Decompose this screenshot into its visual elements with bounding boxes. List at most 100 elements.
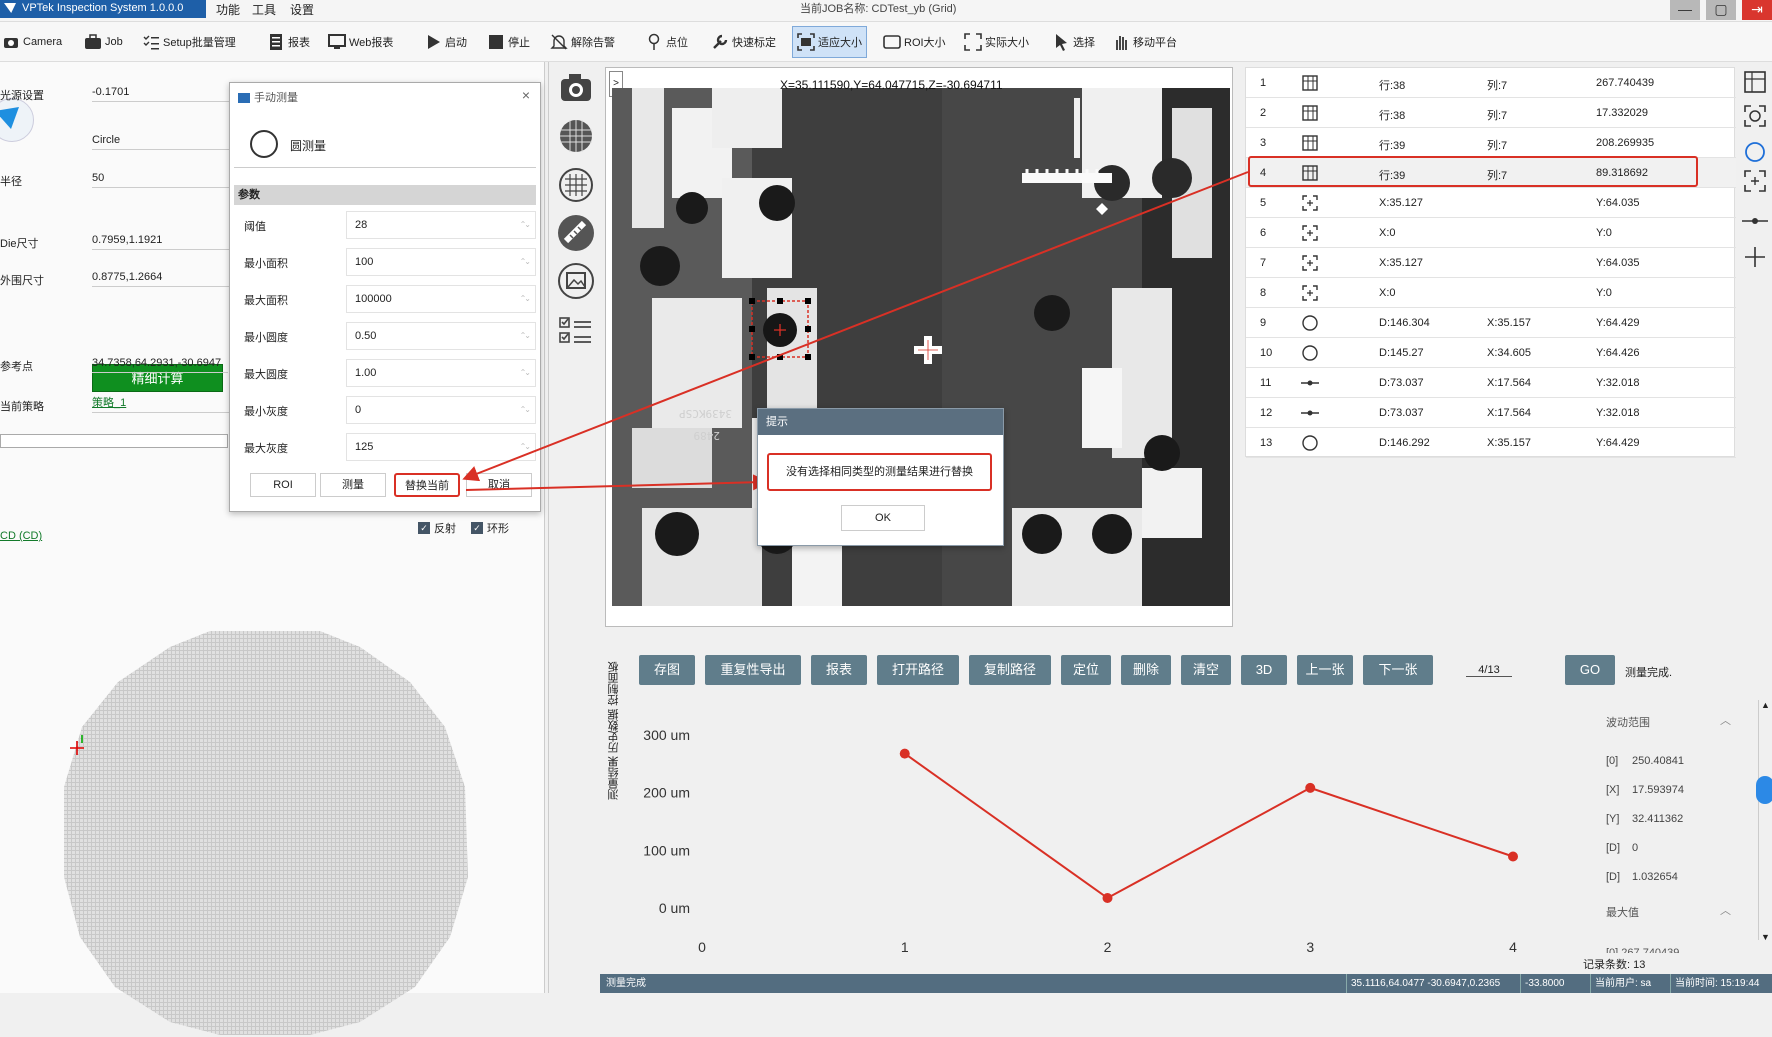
stats-scrollbar[interactable]: ▲ ▼ bbox=[1756, 700, 1772, 942]
clear-alarm-button[interactable]: 解除告警 bbox=[550, 28, 615, 56]
data-point[interactable] bbox=[899, 748, 910, 759]
max-area-input[interactable]: 100000 bbox=[346, 285, 536, 313]
actual-size-button[interactable]: 实际大小 bbox=[964, 28, 1029, 56]
circle-measure-icon[interactable] bbox=[250, 130, 278, 158]
line-measure-icon[interactable] bbox=[1742, 218, 1768, 224]
menu-tools[interactable]: 工具 bbox=[252, 1, 276, 18]
data-point[interactable] bbox=[1102, 893, 1113, 904]
wafer-tool[interactable] bbox=[557, 166, 595, 204]
row-diameter: D:145.27 bbox=[1379, 347, 1424, 359]
point-button[interactable]: 点位 bbox=[645, 28, 688, 56]
table-row[interactable]: 5 X:35.127 Y:64.035 bbox=[1246, 188, 1736, 218]
scroll-up-icon[interactable]: ▲ bbox=[1761, 700, 1770, 710]
y-tick-label: 300 um bbox=[643, 727, 690, 743]
roi-size-button[interactable]: ROI大小 bbox=[883, 28, 946, 56]
prev-image-button[interactable]: 上一张 bbox=[1297, 655, 1353, 685]
close-window-button[interactable]: ⇥ bbox=[1742, 0, 1772, 20]
vertical-tabs[interactable]: 测量结果 历史数据 控制面板 bbox=[605, 650, 623, 800]
stats-panel: 波动范围 ︿ [0] 250.40841 [X] 17.593974 [Y] 32.411… bbox=[1590, 705, 1740, 955]
report-button[interactable]: 报表 bbox=[267, 28, 310, 56]
grid-measure-icon[interactable] bbox=[1744, 71, 1766, 93]
point-measure-icon[interactable] bbox=[1744, 170, 1766, 192]
stop-button[interactable]: 停止 bbox=[487, 28, 530, 56]
table-row[interactable]: 2 行:38 列:7 17.332029 bbox=[1246, 98, 1736, 128]
min-gray-input[interactable]: 0 bbox=[346, 396, 536, 424]
trend-chart[interactable]: 0 um 100 um 200 um 300 um 0 1 2 3 4 bbox=[630, 700, 1530, 970]
radius-value[interactable]: 50 bbox=[92, 168, 232, 188]
measure-tool[interactable] bbox=[557, 214, 595, 252]
copy-path-button[interactable]: 复制路径 bbox=[969, 655, 1051, 685]
cancel-button[interactable]: 取消 bbox=[466, 473, 532, 497]
fit-size-button[interactable]: 适应大小 bbox=[792, 26, 867, 58]
ok-button[interactable]: OK bbox=[841, 505, 925, 531]
menu-settings[interactable]: 设置 bbox=[290, 1, 314, 18]
threshold-input[interactable]: 28 bbox=[346, 211, 536, 239]
dialog-close-icon[interactable]: × bbox=[522, 87, 530, 103]
circle-measure-icon[interactable] bbox=[1745, 142, 1765, 162]
capture-tool[interactable] bbox=[557, 69, 595, 107]
image-tool[interactable] bbox=[557, 262, 595, 300]
report-button[interactable]: 报表 bbox=[811, 655, 867, 685]
next-image-button[interactable]: 下一张 bbox=[1363, 655, 1433, 685]
table-row[interactable]: 3 行:39 列:7 208.269935 bbox=[1246, 128, 1736, 158]
light-setting-value[interactable]: -0.1701 bbox=[92, 82, 232, 102]
table-row[interactable]: 8 X:0 Y:0 bbox=[1246, 278, 1736, 308]
table-row[interactable]: 12 D:73.037 X:17.564 Y:32.018 bbox=[1246, 398, 1736, 428]
delete-button[interactable]: 删除 bbox=[1121, 655, 1171, 685]
locate-button[interactable]: 定位 bbox=[1061, 655, 1111, 685]
cd-link[interactable]: CD (CD) bbox=[0, 530, 42, 542]
table-row[interactable]: 9 D:146.304 X:35.157 Y:64.429 bbox=[1246, 308, 1736, 338]
max-header[interactable]: 最大值 bbox=[1606, 904, 1639, 920]
open-path-button[interactable]: 打开路径 bbox=[877, 655, 959, 685]
reflect-checkbox[interactable]: ✓ 反射 bbox=[418, 520, 456, 536]
repeat-export-button[interactable]: 重复性导出 bbox=[705, 655, 801, 685]
wafer-map[interactable] bbox=[60, 627, 470, 1037]
replace-current-button[interactable]: 替换当前 bbox=[394, 473, 460, 497]
table-row[interactable]: 10 D:145.27 X:34.605 Y:64.426 bbox=[1246, 338, 1736, 368]
briefcase-icon bbox=[84, 33, 102, 51]
ref-point-value[interactable]: 34.7358,64.2931,-30.6947 bbox=[92, 353, 228, 373]
table-row[interactable]: 11 D:73.037 X:17.564 Y:32.018 bbox=[1246, 368, 1736, 398]
data-point[interactable] bbox=[1508, 851, 1518, 862]
start-button[interactable]: 启动 bbox=[424, 28, 467, 56]
ring-checkbox[interactable]: ✓ 环形 bbox=[471, 520, 509, 536]
data-point[interactable] bbox=[1305, 782, 1316, 793]
maximize-button[interactable]: ▢ bbox=[1706, 0, 1736, 20]
outer-size-value[interactable]: 0.8775,1.2664 bbox=[92, 267, 232, 287]
shape-value[interactable]: Circle bbox=[92, 130, 232, 150]
collapse-icon[interactable]: ︿ bbox=[1720, 712, 1731, 728]
max-roundness-input[interactable]: 1.00 bbox=[346, 359, 536, 387]
grid-tool[interactable] bbox=[557, 117, 595, 155]
max-gray-input[interactable]: 125 bbox=[346, 433, 536, 461]
quick-calibration-button[interactable]: 快速标定 bbox=[711, 28, 776, 56]
target-measure-icon[interactable] bbox=[1744, 105, 1766, 127]
3d-button[interactable]: 3D bbox=[1241, 655, 1287, 685]
table-row[interactable]: 1 行:38 列:7 267.740439 bbox=[1246, 68, 1736, 98]
table-row[interactable]: 6 X:0 Y:0 bbox=[1246, 218, 1736, 248]
measure-button[interactable]: 测量 bbox=[320, 473, 386, 497]
min-area-input[interactable]: 100 bbox=[346, 248, 536, 276]
fluctuation-header[interactable]: 波动范围 bbox=[1606, 714, 1650, 730]
setup-batch-button[interactable]: Setup批量管理 bbox=[142, 28, 236, 56]
roi-button[interactable]: ROI bbox=[250, 473, 316, 497]
go-button[interactable]: GO bbox=[1565, 655, 1615, 685]
cross-measure-icon[interactable] bbox=[1745, 247, 1765, 267]
save-image-button[interactable]: 存图 bbox=[639, 655, 695, 685]
move-platform-button[interactable]: 移动平台 bbox=[1112, 28, 1177, 56]
select-button[interactable]: 选择 bbox=[1052, 28, 1095, 56]
checklist-tool[interactable] bbox=[557, 312, 595, 350]
minimize-button[interactable]: — bbox=[1670, 0, 1700, 20]
collapse-icon[interactable]: ︿ bbox=[1720, 902, 1731, 918]
job-button[interactable]: Job bbox=[84, 28, 123, 56]
side-toggle-icon[interactable] bbox=[1756, 776, 1772, 804]
strategy-value[interactable]: 策略_1 bbox=[92, 393, 232, 413]
min-roundness-input[interactable]: 0.50 bbox=[346, 322, 536, 350]
web-report-button[interactable]: Web报表 bbox=[328, 28, 393, 56]
scroll-down-icon[interactable]: ▼ bbox=[1761, 932, 1770, 942]
menu-function[interactable]: 功能 bbox=[216, 1, 240, 18]
camera-button[interactable]: Camera bbox=[2, 28, 62, 56]
die-size-value[interactable]: 0.7959,1.1921 bbox=[92, 230, 232, 250]
table-row[interactable]: 7 X:35.127 Y:64.035 bbox=[1246, 248, 1736, 278]
table-row[interactable]: 13 D:146.292 X:35.157 Y:64.429 bbox=[1246, 428, 1736, 458]
clear-button[interactable]: 清空 bbox=[1181, 655, 1231, 685]
